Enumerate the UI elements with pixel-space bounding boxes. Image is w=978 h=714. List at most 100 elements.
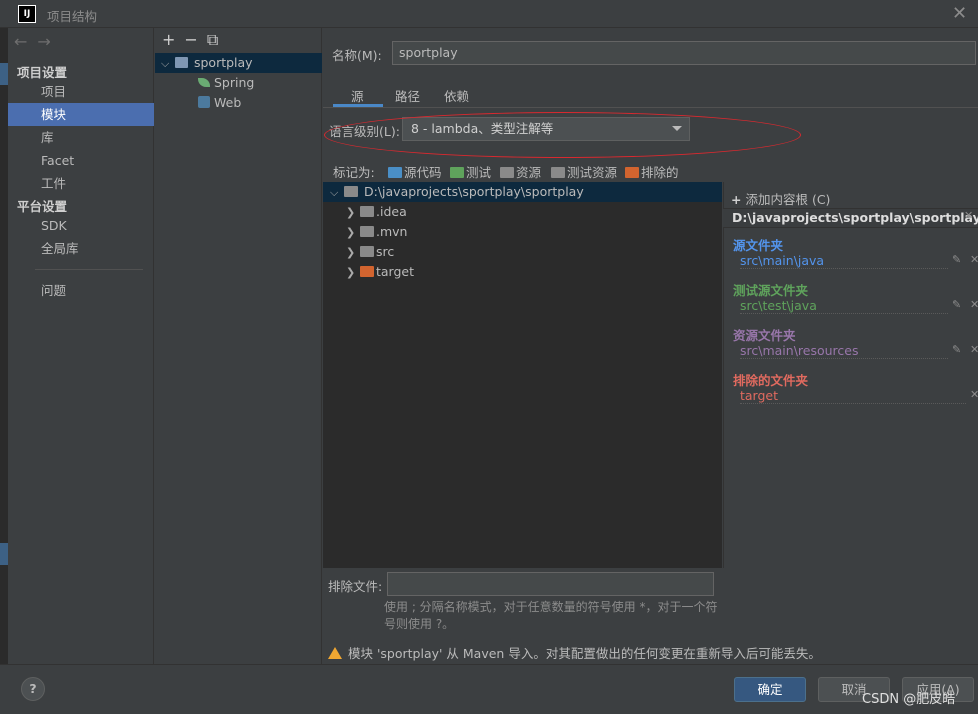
file-tree-item-src[interactable]: ❯ src xyxy=(346,242,394,262)
warning-icon xyxy=(328,647,342,659)
nav-item-artifacts[interactable]: 工件 xyxy=(8,172,154,195)
help-button[interactable]: ? xyxy=(21,677,45,701)
remove-icon[interactable]: ✕ xyxy=(970,253,978,266)
back-arrow-icon[interactable]: ← xyxy=(14,32,27,51)
nav-item-facets[interactable]: Facet xyxy=(8,149,154,172)
spring-leaf-icon xyxy=(198,78,210,87)
tab-paths[interactable]: 路径 xyxy=(395,86,420,105)
ok-button[interactable]: 确定 xyxy=(734,677,806,702)
remove-icon[interactable]: ✕ xyxy=(970,343,978,356)
chevron-right-icon[interactable]: ❯ xyxy=(346,263,360,283)
chevron-down-icon[interactable]: ⌵ xyxy=(161,54,175,74)
excluded-folder-path: target xyxy=(740,389,966,404)
edit-pencil-icon[interactable]: ✎ xyxy=(952,253,961,266)
nav-arrows: ← → xyxy=(14,32,61,51)
file-tree-item-idea[interactable]: ❯ .idea xyxy=(346,202,407,222)
remove-icon[interactable]: − xyxy=(184,30,197,49)
tree-item-spring[interactable]: Spring xyxy=(198,73,254,93)
tree-item-sportplay[interactable]: ⌵ sportplay xyxy=(155,53,322,73)
chevron-down-icon[interactable]: ⌵ xyxy=(330,183,344,203)
content-root-path-label: D:\javaprojects\sportplay\sportplay xyxy=(732,210,978,225)
tabs-divider xyxy=(323,107,978,108)
resource-folder-icon xyxy=(500,167,514,178)
add-icon[interactable]: + xyxy=(162,30,175,49)
project-settings-heading: 项目设置 xyxy=(17,65,68,80)
tab-dependencies[interactable]: 依赖 xyxy=(444,86,469,105)
nav-divider xyxy=(35,269,143,270)
mark-resources-label: 资源 xyxy=(516,165,542,180)
mark-as-label: 标记为: xyxy=(333,165,375,180)
folder-icon xyxy=(360,246,374,257)
tree-item-label: sportplay xyxy=(193,55,253,70)
source-folder-path: src\main\java xyxy=(740,254,948,269)
add-content-root-label: 添加内容根 (C) xyxy=(745,192,831,207)
folder-icon xyxy=(344,186,358,197)
nav-item-problems[interactable]: 问题 xyxy=(8,279,154,302)
mark-tests-button[interactable]: 测试 xyxy=(450,162,491,181)
file-tree-item-mvn[interactable]: ❯ .mvn xyxy=(346,222,407,242)
web-facet-icon xyxy=(198,96,210,108)
mark-sources-button[interactable]: 源代码 xyxy=(388,162,442,181)
mark-test-resources-button[interactable]: 测试资源 xyxy=(551,162,617,181)
file-tree-item-label: target xyxy=(376,264,415,279)
file-tree-root-label: D:\javaprojects\sportplay\sportplay xyxy=(363,184,584,199)
tab-sources[interactable]: 源 xyxy=(351,86,364,105)
close-icon[interactable]: ✕ xyxy=(952,3,967,24)
module-folder-icon xyxy=(175,57,188,68)
exclude-files-input[interactable] xyxy=(387,572,714,596)
plus-icon: + xyxy=(731,192,742,207)
exclude-files-hint: 使用 ; 分隔名称模式，对于任意数量的符号使用 *，对于一个符号则使用 ?。 xyxy=(384,600,718,631)
exclude-files-label: 排除文件: xyxy=(328,579,383,594)
edit-pencil-icon[interactable]: ✎ xyxy=(952,298,961,311)
test-source-folders-heading: 测试源文件夹 xyxy=(733,283,809,298)
red-highlight-annotation xyxy=(324,112,801,158)
module-tree-panel xyxy=(155,28,322,664)
excluded-folder-icon xyxy=(625,167,639,178)
maven-import-warning: 模块 'sportplay' 从 Maven 导入。对其配置做出的任何变更在重新… xyxy=(328,643,821,662)
source-folders-heading: 源文件夹 xyxy=(733,238,784,253)
chevron-right-icon[interactable]: ❯ xyxy=(346,243,360,263)
resource-folders-heading: 资源文件夹 xyxy=(733,328,796,343)
mark-resources-button[interactable]: 资源 xyxy=(500,162,541,181)
test-resource-folder-icon xyxy=(551,167,565,178)
title-bar xyxy=(0,0,978,28)
mark-test-resources-label: 测试资源 xyxy=(567,165,618,180)
tree-toolbar: + − ⧉ xyxy=(162,30,227,50)
remove-icon[interactable]: ✕ xyxy=(970,298,978,311)
intellij-logo-icon: IJ xyxy=(18,5,36,23)
folder-icon xyxy=(360,206,374,217)
csdn-watermark: CSDN @肥皮皓 xyxy=(862,692,956,707)
add-content-root-button[interactable]: + 添加内容根 (C) xyxy=(731,189,830,208)
file-tree-item-target[interactable]: ❯ target xyxy=(346,262,414,282)
nav-item-libraries[interactable]: 库 xyxy=(8,126,154,149)
nav-item-project[interactable]: 项目 xyxy=(8,80,154,103)
excluded-folder-icon xyxy=(360,266,374,277)
tree-item-label: Spring xyxy=(214,75,255,90)
excluded-folders-heading: 排除的文件夹 xyxy=(733,373,809,388)
nav-item-sdk[interactable]: SDK xyxy=(8,214,154,237)
test-folder-icon xyxy=(450,167,464,178)
file-tree-item-label: .idea xyxy=(376,204,407,219)
remove-root-icon[interactable]: ✕ xyxy=(964,209,973,222)
nav-item-global-libraries[interactable]: 全局库 xyxy=(8,237,154,260)
remove-icon[interactable]: ✕ xyxy=(970,388,978,401)
chevron-right-icon[interactable]: ❯ xyxy=(346,203,360,223)
name-label: 名称(M): xyxy=(332,48,382,63)
mark-sources-label: 源代码 xyxy=(404,165,442,180)
module-name-input[interactable]: sportplay xyxy=(392,41,976,65)
resource-folder-path: src\main\resources xyxy=(740,344,948,359)
tree-item-label: Web xyxy=(214,95,242,110)
window-title: 项目结构 xyxy=(47,9,98,24)
file-tree-root[interactable]: ⌵ D:\javaprojects\sportplay\sportplay xyxy=(323,182,722,202)
nav-item-modules[interactable]: 模块 xyxy=(8,103,154,126)
chevron-right-icon[interactable]: ❯ xyxy=(346,223,360,243)
file-tree-item-label: src xyxy=(376,244,395,259)
edit-pencil-icon[interactable]: ✎ xyxy=(952,343,961,356)
mark-excluded-button[interactable]: 排除的 xyxy=(625,162,679,181)
mark-excluded-label: 排除的 xyxy=(641,165,679,180)
test-source-folder-path: src\test\java xyxy=(740,299,948,314)
tree-item-web[interactable]: Web xyxy=(198,93,241,113)
file-tree-item-label: .mvn xyxy=(376,224,408,239)
forward-arrow-icon[interactable]: → xyxy=(37,32,50,51)
copy-icon[interactable]: ⧉ xyxy=(207,30,218,49)
